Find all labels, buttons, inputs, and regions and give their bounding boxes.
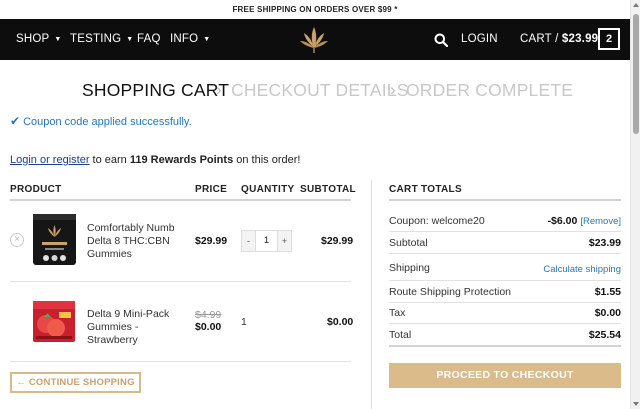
item-price: $29.99 <box>195 235 228 247</box>
step-checkout-details[interactable]: CHECKOUT DETAILS <box>231 80 409 101</box>
remove-item-button[interactable]: × <box>10 233 24 247</box>
shipping-label: Shipping <box>389 262 430 274</box>
totals-divider <box>389 345 621 347</box>
notice-text: Coupon code applied successfully. <box>23 116 192 128</box>
quantity-decrease-button[interactable]: - <box>242 231 255 251</box>
coupon-discount: -$6.00 <box>547 215 578 227</box>
route-protection-value: $1.55 <box>594 286 621 298</box>
continue-shopping-button[interactable]: ← CONTINUE SHOPPING <box>10 372 141 393</box>
tax-value: $0.00 <box>594 307 621 319</box>
subtotal-value: $23.99 <box>588 237 621 249</box>
calculate-shipping-link[interactable]: Calculate shipping <box>543 264 621 275</box>
scroll-down-icon[interactable] <box>633 402 639 406</box>
item-subtotal: $29.99 <box>321 235 354 247</box>
item-quantity: 1 <box>241 316 247 328</box>
remove-coupon-link[interactable]: [Remove] <box>580 216 621 227</box>
leaf-logo-icon[interactable] <box>298 25 330 55</box>
page-scrollbar[interactable] <box>630 0 640 409</box>
login-label: LOGIN <box>461 33 498 45</box>
product-name-link[interactable]: Comfortably Numb Delta 8 THC:CBN Gummies <box>87 222 191 261</box>
product-image-comfortably-numb[interactable] <box>32 213 77 266</box>
table-header-divider <box>10 199 351 201</box>
login-register-link[interactable]: Login or register <box>10 154 90 166</box>
nav-item-shop[interactable]: SHOP ▼ <box>16 19 62 60</box>
subtotal-label: Subtotal <box>389 237 428 249</box>
scrollbar-thumb[interactable] <box>633 14 639 134</box>
total-value: $25.54 <box>588 329 621 341</box>
check-icon: ✔ <box>10 114 21 128</box>
item-subtotal: $0.00 <box>327 316 354 328</box>
cart-total: $23.99 <box>561 33 599 45</box>
proceed-to-checkout-button[interactable]: PROCEED TO CHECKOUT <box>389 363 621 388</box>
quantity-increase-button[interactable]: + <box>278 231 291 251</box>
step-shopping-cart[interactable]: SHOPPING CART <box>82 80 229 101</box>
nav-item-label: SHOP <box>16 33 50 45</box>
header-quantity: QUANTITY <box>241 184 295 195</box>
cart-link[interactable]: CART / $23.99 <box>520 19 598 60</box>
quantity-input[interactable]: 1 <box>255 231 278 251</box>
checkout-steps: SHOPPING CART › CHECKOUT DETAILS › ORDER… <box>0 80 630 104</box>
rewards-message: Login or register to earn 119 Rewards Po… <box>10 154 300 166</box>
login-link[interactable]: LOGIN <box>461 19 498 60</box>
totals-divider <box>389 280 621 281</box>
totals-header-divider <box>389 199 621 201</box>
row-divider <box>10 281 351 282</box>
nav-item-faq[interactable]: FAQ <box>137 19 161 60</box>
cart-count: 2 <box>605 33 613 45</box>
caret-down-icon: ▼ <box>203 36 211 43</box>
announcement-text: FREE SHIPPING ON ORDERS OVER $99 * <box>232 5 398 14</box>
scroll-up-icon[interactable] <box>633 3 639 7</box>
row-divider <box>10 361 351 362</box>
search-icon[interactable] <box>434 33 448 47</box>
main-navigation: SHOP ▼ TESTING ▼ FAQ INFO ▼ LOGIN CART / $2… <box>0 19 630 60</box>
rewards-text-before: to earn <box>89 154 130 166</box>
item-price: $0.00 <box>195 321 222 333</box>
total-label: Total <box>389 329 412 341</box>
cart-label: CART / <box>520 33 559 45</box>
coupon-success-notice: ✔ Coupon code applied successfully. <box>10 114 192 128</box>
cart-count-badge[interactable]: 2 <box>598 28 620 50</box>
header-product: PRODUCT <box>10 184 62 195</box>
rewards-points: 119 Rewards Points <box>129 154 234 166</box>
totals-divider <box>389 253 621 254</box>
nav-item-label: INFO <box>170 33 199 45</box>
coupon-value: -$6.00 [Remove] <box>548 215 621 227</box>
nav-item-testing[interactable]: TESTING ▼ <box>70 19 133 60</box>
nav-item-label: FAQ <box>137 33 161 45</box>
quantity-stepper: - 1 + <box>241 230 292 252</box>
route-protection-label: Route Shipping Protection <box>389 286 511 298</box>
totals-divider <box>389 231 621 232</box>
tax-label: Tax <box>389 307 406 319</box>
caret-down-icon: ▼ <box>54 36 62 43</box>
nav-item-label: TESTING <box>70 33 122 45</box>
product-image-mini-pack[interactable] <box>32 299 76 344</box>
product-name-link[interactable]: Delta 9 Mini-Pack Gummies - Strawberry <box>87 308 191 347</box>
step-order-complete: ORDER COMPLETE <box>406 80 574 100</box>
header-price: PRICE <box>195 184 228 195</box>
step-separator-icon: › <box>216 80 222 99</box>
nav-item-info[interactable]: INFO ▼ <box>170 19 210 60</box>
announcement-bar: FREE SHIPPING ON ORDERS OVER $99 * <box>0 0 630 19</box>
step-separator-icon: › <box>390 80 396 99</box>
item-original-price: $4.99 <box>195 309 222 321</box>
header-subtotal: SUBTOTAL <box>300 184 356 195</box>
totals-divider <box>389 302 621 303</box>
caret-down-icon: ▼ <box>126 36 134 43</box>
rewards-text-after: on this order! <box>233 154 301 166</box>
coupon-label: Coupon: welcome20 <box>389 215 485 227</box>
totals-divider <box>389 323 621 324</box>
cart-totals-title: CART TOTALS <box>389 184 462 195</box>
column-divider <box>371 180 372 409</box>
